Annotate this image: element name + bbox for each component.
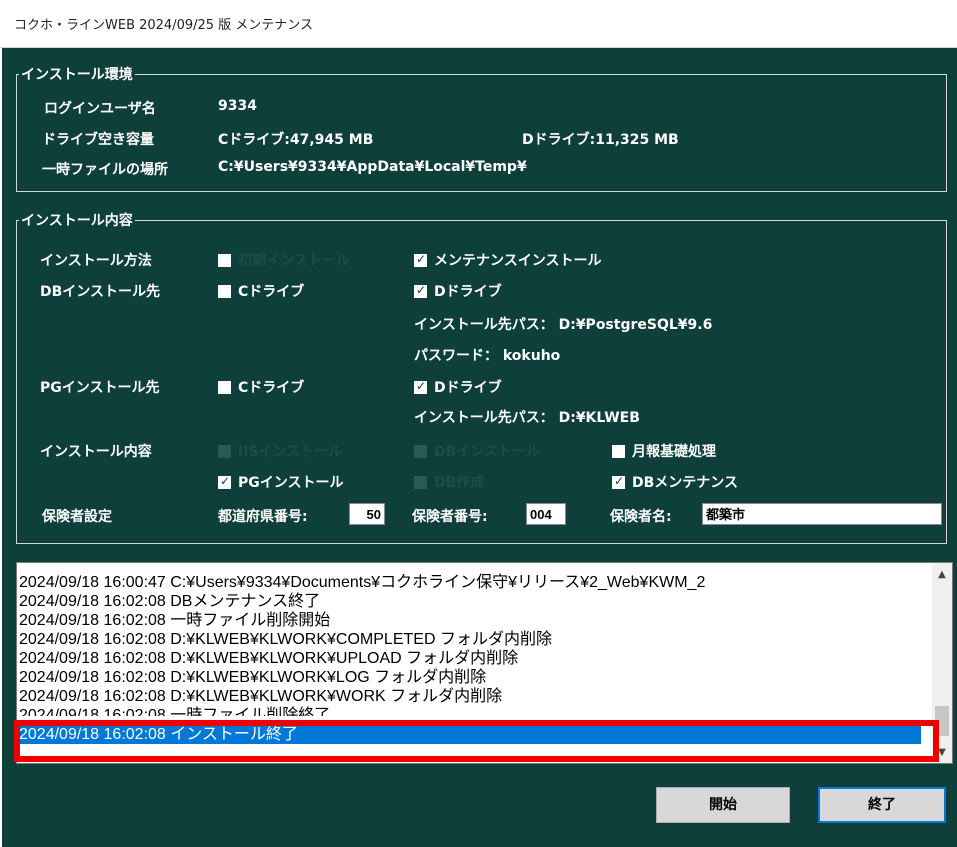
db-create-label: DB作成 bbox=[434, 475, 485, 491]
iis-install-checkbox[interactable] bbox=[218, 445, 231, 458]
prefecture-number-label: 都道府県番号: bbox=[218, 509, 308, 525]
d-drive-free-space: Dドライブ:11,325 MB bbox=[522, 132, 679, 148]
c-drive-free-space: Cドライブ:47,945 MB bbox=[218, 132, 374, 148]
insurer-name-input[interactable]: 都築市 bbox=[702, 503, 942, 525]
db-password: パスワード： kokuho bbox=[414, 348, 561, 364]
log-scrollbar[interactable]: ▲ ▼ bbox=[932, 563, 952, 763]
log-line[interactable]: 2024/09/18 16:02:08 D:¥KLWEB¥KLWORK¥WORK… bbox=[19, 687, 924, 706]
log-line[interactable]: 2024/09/18 16:02:08 D:¥KLWEB¥KLWORK¥UPLO… bbox=[19, 649, 924, 668]
initial-install-label: 初期インストール bbox=[238, 253, 350, 269]
db-create-checkbox[interactable] bbox=[414, 476, 427, 489]
log-line[interactable]: 2024/09/18 16:00:47 C:¥Users¥9334¥Docume… bbox=[19, 573, 924, 592]
db-install-path: インストール先パス： D:¥PostgreSQL¥9.6 bbox=[414, 317, 713, 333]
log-line[interactable]: 2024/09/18 16:02:08 一時ファイル削除開始 bbox=[19, 611, 924, 630]
insurer-number-label: 保険者番号: bbox=[412, 509, 488, 525]
monthly-basic-label: 月報基礎処理 bbox=[632, 444, 716, 460]
log-line-selected[interactable]: 2024/09/18 16:02:08 インストール終了 bbox=[19, 725, 921, 744]
pg-install-path: インストール先パス： D:¥KLWEB bbox=[414, 410, 640, 426]
end-button[interactable]: 終了 bbox=[818, 787, 946, 823]
db-c-drive-checkbox[interactable] bbox=[218, 285, 231, 298]
db-maintenance-label: DBメンテナンス bbox=[632, 475, 739, 491]
db-install-checkbox[interactable] bbox=[414, 445, 427, 458]
title-bar: コクホ・ラインWEB 2024/09/25 版 メンテナンス bbox=[0, 0, 957, 48]
install-log-list[interactable]: 2024/09/18 16:00:47 C:¥Users¥9334¥Docume… bbox=[16, 562, 953, 764]
check-icon: ✓ bbox=[416, 379, 427, 393]
pg-install-dest-label: PGインストール先 bbox=[40, 380, 160, 396]
main-panel: インストール環境 ログインユーザ名 9334 ドライブ空き容量 Cドライブ:47… bbox=[2, 48, 957, 847]
window-title: コクホ・ラインWEB 2024/09/25 版 メンテナンス bbox=[14, 18, 314, 33]
temp-location-value: C:¥Users¥9334¥AppData¥Local¥Temp¥ bbox=[218, 159, 527, 175]
prefecture-number-input[interactable]: 50 bbox=[349, 503, 385, 525]
log-line[interactable]: 2024/09/18 16:02:08 DBメンテナンス終了 bbox=[19, 592, 924, 611]
db-d-drive-label: Dドライブ bbox=[434, 284, 502, 300]
install-content-legend: インストール内容 bbox=[21, 213, 133, 229]
db-c-drive-label: Cドライブ bbox=[238, 284, 305, 300]
initial-install-checkbox[interactable] bbox=[218, 254, 231, 267]
iis-install-label: IISインストール bbox=[238, 444, 343, 460]
db-d-drive-checkbox[interactable]: ✓ bbox=[414, 283, 427, 298]
free-space-label: ドライブ空き容量 bbox=[42, 132, 154, 148]
monthly-basic-checkbox[interactable] bbox=[612, 445, 625, 458]
check-icon: ✓ bbox=[416, 283, 427, 297]
install-method-label: インストール方法 bbox=[40, 253, 152, 269]
maintenance-install-checkbox[interactable]: ✓ bbox=[414, 252, 427, 267]
pg-install-label: PGインストール bbox=[238, 475, 344, 491]
pg-c-drive-label: Cドライブ bbox=[238, 380, 305, 396]
log-line-partial[interactable]: 2024/09/18 16:02:08 一時ファイル削除終了 bbox=[19, 706, 924, 716]
log-line[interactable]: 2024/09/18 16:02:08 D:¥KLWEB¥KLWORK¥LOG … bbox=[19, 668, 924, 687]
pg-install-checkbox[interactable]: ✓ bbox=[218, 474, 231, 489]
install-environment-legend: インストール環境 bbox=[21, 67, 133, 83]
start-button[interactable]: 開始 bbox=[656, 787, 790, 823]
login-user-value: 9334 bbox=[218, 98, 257, 114]
scroll-thumb[interactable] bbox=[935, 706, 949, 736]
insurer-number-input[interactable]: 004 bbox=[526, 503, 566, 525]
insurer-name-label: 保険者名: bbox=[610, 509, 672, 525]
scroll-down-icon[interactable]: ▼ bbox=[932, 743, 952, 763]
pg-d-drive-checkbox[interactable]: ✓ bbox=[414, 379, 427, 394]
login-user-label: ログインユーザ名 bbox=[44, 101, 156, 117]
db-maintenance-checkbox[interactable]: ✓ bbox=[612, 474, 625, 489]
pg-c-drive-checkbox[interactable] bbox=[218, 381, 231, 394]
check-icon: ✓ bbox=[416, 252, 427, 266]
install-items-label: インストール内容 bbox=[40, 444, 152, 460]
pg-d-drive-label: Dドライブ bbox=[434, 380, 502, 396]
check-icon: ✓ bbox=[614, 474, 625, 488]
check-icon: ✓ bbox=[220, 474, 231, 488]
maintenance-install-label: メンテナンスインストール bbox=[434, 253, 602, 269]
temp-location-label: 一時ファイルの場所 bbox=[42, 162, 168, 178]
db-install-dest-label: DBインストール先 bbox=[40, 284, 161, 300]
db-install-label: DBインストール bbox=[434, 444, 541, 460]
scroll-up-icon[interactable]: ▲ bbox=[932, 565, 952, 585]
log-line[interactable]: 2024/09/18 16:02:08 D:¥KLWEB¥KLWORK¥COMP… bbox=[19, 630, 924, 649]
insurer-settings-label: 保険者設定 bbox=[42, 509, 112, 525]
